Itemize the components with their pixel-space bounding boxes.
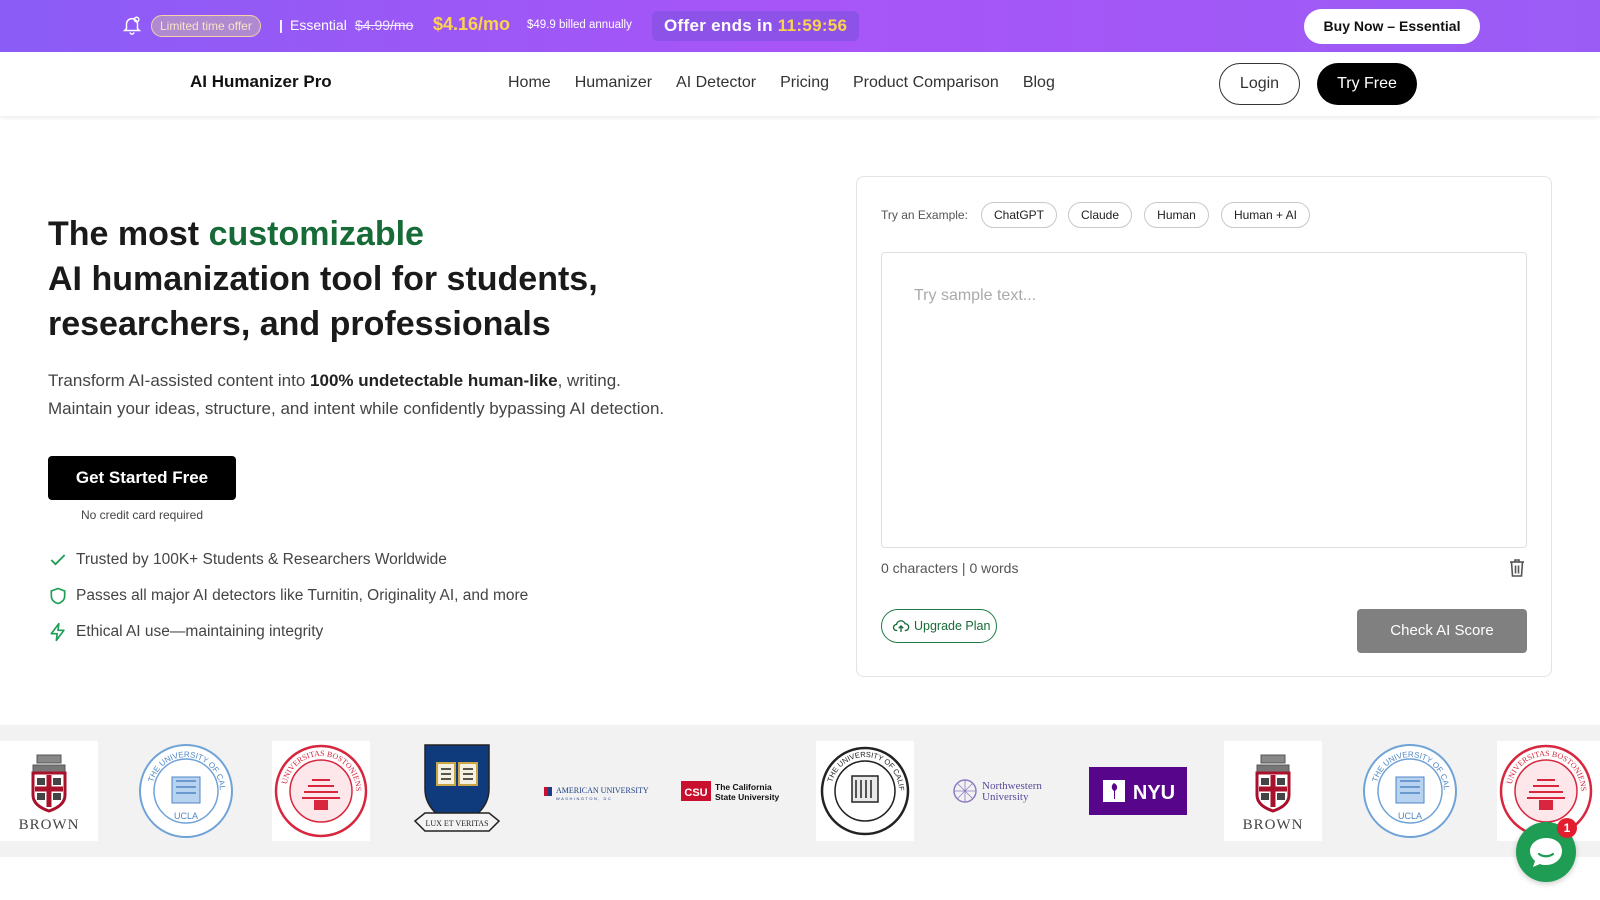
american-university-logo: AMERICAN UNIVERSITY WASHINGTON, DC	[540, 741, 650, 841]
csu-wordmark-line2: State University	[715, 792, 780, 802]
offer-countdown: Offer ends in 11:59:56	[652, 11, 860, 41]
promo-bar: Limited time offer | Essential $4.99/mo …	[0, 0, 1600, 52]
text-input-area[interactable]: Try sample text...	[881, 252, 1527, 548]
csu-wordmark-line1: The California	[715, 782, 772, 792]
hero-title: The most customizable AI humanization to…	[48, 212, 808, 347]
check-icon	[50, 554, 66, 566]
ucla-seal-text: UCLA	[174, 811, 198, 821]
upgrade-plan-label: Upgrade Plan	[914, 619, 991, 633]
american-university-location: WASHINGTON, DC	[556, 796, 612, 801]
northwestern-logo: Northwestern University	[950, 741, 1060, 841]
feature-text: Passes all major AI detectors like Turni…	[76, 587, 529, 604]
ucla-seal-text: UCLA	[1398, 811, 1422, 821]
brown-wordmark: BROWN	[19, 817, 80, 833]
hero-title-line2: AI humanization tool for students,	[48, 260, 598, 298]
promo-separator: |	[279, 17, 283, 33]
feature-text: Ethical AI use—maintaining integrity	[76, 623, 324, 640]
limited-offer-badge: Limited time offer	[151, 15, 261, 37]
nav-links: Home Humanizer AI Detector Pricing Produ…	[508, 74, 1079, 92]
boston-university-seal: UNIVERSITAS BOSTONIENSIS	[272, 741, 370, 841]
yale-shield: LUX ET VERITAS	[408, 741, 506, 841]
ucla-seal: THE UNIVERSITY OF CALIFORNIA UCLA	[1361, 741, 1459, 841]
character-word-count: 0 characters | 0 words	[881, 560, 1019, 576]
get-started-button[interactable]: Get Started Free	[48, 456, 236, 500]
login-button[interactable]: Login	[1219, 63, 1300, 105]
hero-sub-prefix: Transform AI-assisted content into	[48, 371, 311, 390]
trash-icon[interactable]	[1507, 557, 1527, 579]
nav-link-blog[interactable]: Blog	[1023, 74, 1055, 92]
nav-link-home[interactable]: Home	[508, 74, 551, 92]
example-chip-claude[interactable]: Claude	[1068, 202, 1132, 228]
ucla-seal: THE UNIVERSITY OF CALIFORNIA UCLA	[137, 741, 235, 841]
no-credit-card-note: No credit card required	[80, 508, 204, 522]
feature-ethical: Ethical AI use—maintaining integrity	[48, 622, 323, 642]
editor-card: Try an Example: ChatGPT Claude Human Hum…	[856, 176, 1552, 677]
chat-widget-button[interactable]: 1	[1516, 818, 1577, 882]
lightning-icon	[50, 622, 65, 642]
example-chip-human[interactable]: Human	[1144, 202, 1209, 228]
cloud-upload-icon	[892, 620, 910, 632]
example-chip-human-ai[interactable]: Human + AI	[1221, 202, 1310, 228]
try-example-label: Try an Example:	[881, 208, 968, 222]
check-ai-score-button[interactable]: Check AI Score	[1357, 609, 1527, 653]
hero-sub-bold: 100% undetectable human-like	[310, 371, 558, 390]
promo-old-price: $4.99/mo	[355, 17, 414, 33]
feature-text: Trusted by 100K+ Students & Researchers …	[76, 551, 447, 568]
hero-title-prefix: The most	[48, 215, 209, 253]
chat-notification-badge: 1	[1557, 818, 1577, 838]
hero-sub-suffix: , writing.	[557, 371, 621, 390]
feature-detectors: Passes all major AI detectors like Turni…	[48, 586, 528, 606]
buy-now-button[interactable]: Buy Now – Essential	[1304, 9, 1480, 44]
uc-seal: THE UNIVERSITY OF CALIFORNIA	[816, 741, 914, 841]
main-nav: AI Humanizer Pro Home Humanizer AI Detec…	[0, 52, 1600, 116]
brown-wordmark: BROWN	[1243, 817, 1304, 833]
site-logo[interactable]: AI Humanizer Pro	[190, 72, 332, 92]
american-university-wordmark: AMERICAN UNIVERSITY	[556, 786, 649, 795]
nav-link-pricing[interactable]: Pricing	[780, 74, 829, 92]
yale-motto: LUX ET VERITAS	[425, 819, 488, 828]
nyu-wordmark: NYU	[1133, 782, 1175, 804]
nav-link-ai-detector[interactable]: AI Detector	[676, 74, 756, 92]
bell-icon	[122, 16, 142, 35]
upgrade-plan-button[interactable]: Upgrade Plan	[881, 609, 997, 643]
promo-plan-name: Essential	[290, 17, 347, 33]
csu-logo: CSU The California State University	[679, 741, 781, 841]
brown-logo: BROWN	[1224, 741, 1322, 841]
nyu-logo: NYU	[1089, 741, 1187, 841]
hero-sub-line2: Maintain your ideas, structure, and inte…	[48, 399, 665, 418]
nav-link-humanizer[interactable]: Humanizer	[575, 74, 652, 92]
feature-trusted: Trusted by 100K+ Students & Researchers …	[48, 550, 447, 570]
try-free-button[interactable]: Try Free	[1317, 63, 1417, 105]
nav-link-product-comparison[interactable]: Product Comparison	[853, 74, 999, 92]
csu-mark-text: CSU	[684, 787, 707, 799]
university-logos-strip: BROWN THE UNIVERSITY OF CALIFORNIA UCLA …	[0, 725, 1600, 857]
hero-title-accent: customizable	[208, 215, 424, 253]
brown-logo: BROWN	[0, 741, 98, 841]
text-input-placeholder: Try sample text...	[914, 287, 1037, 304]
example-chip-chatgpt[interactable]: ChatGPT	[981, 202, 1057, 228]
hero-subtitle: Transform AI-assisted content into 100% …	[48, 367, 748, 423]
hero-title-line3: researchers, and professionals	[48, 305, 551, 343]
promo-new-price: $4.16/mo	[433, 14, 511, 34]
offer-label: Offer ends in	[664, 16, 773, 35]
northwestern-wordmark-line2: University	[982, 791, 1029, 803]
shield-icon	[50, 587, 66, 605]
offer-timer: 11:59:56	[777, 16, 848, 35]
promo-billed-note: $49.9 billed annually	[527, 19, 632, 31]
